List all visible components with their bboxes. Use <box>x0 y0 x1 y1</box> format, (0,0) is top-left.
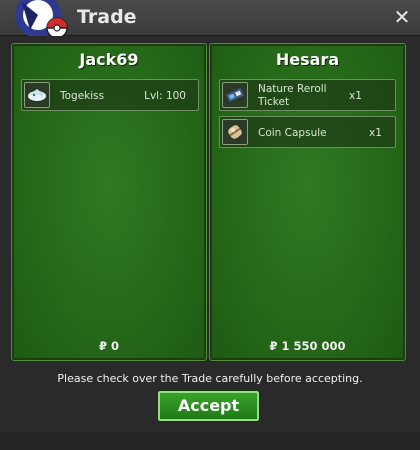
item-name-line2: Ticket <box>258 96 290 108</box>
togekiss-icon <box>24 82 50 108</box>
window-bottom-edge <box>0 432 420 450</box>
accept-button[interactable]: Accept <box>157 390 260 422</box>
item-name-line1: Nature Reroll <box>258 83 327 95</box>
close-icon[interactable]: ✕ <box>391 5 413 29</box>
left-player-name: Jack69 <box>79 50 139 69</box>
capsule-icon <box>222 119 248 145</box>
trade-notice: Please check over the Trade carefully be… <box>57 372 363 385</box>
trade-item-togekiss[interactable]: Togekiss Lvl: 100 <box>21 79 199 111</box>
right-money: ₽ 1 550 000 <box>269 339 346 353</box>
trade-window: Trade ✕ Jack69 Togekiss Lvl: 100 ₽ 0 Hes… <box>0 0 420 450</box>
item-name: Coin Capsule <box>258 127 327 139</box>
title-bar[interactable]: Trade ✕ <box>0 0 420 39</box>
right-player-name: Hesara <box>275 50 340 69</box>
window-title: Trade <box>77 6 137 28</box>
ticket-icon <box>222 82 248 108</box>
item-quantity: x1 <box>369 127 382 139</box>
right-trade-panel: Hesara Nature Reroll Ticket x1 Coin Caps… <box>209 43 406 361</box>
item-quantity: x1 <box>349 90 362 102</box>
trade-item-nature-reroll-ticket[interactable]: Nature Reroll Ticket x1 <box>219 79 396 111</box>
left-trade-panel: Jack69 Togekiss Lvl: 100 ₽ 0 <box>11 43 207 361</box>
trade-item-coin-capsule[interactable]: Coin Capsule x1 <box>219 116 396 148</box>
item-name: Togekiss <box>60 90 105 102</box>
item-level: Lvl: 100 <box>144 90 186 102</box>
left-money: ₽ 0 <box>98 339 119 353</box>
